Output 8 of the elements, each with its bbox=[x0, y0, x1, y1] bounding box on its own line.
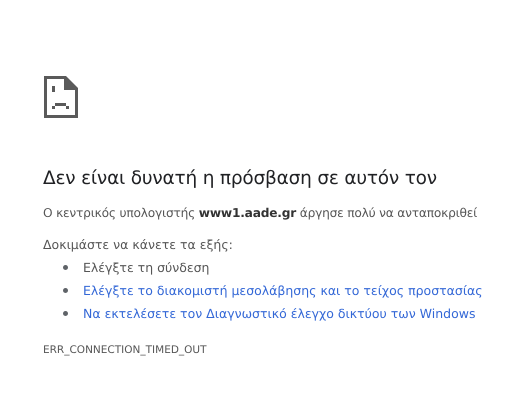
suggestion-link[interactable]: Ελέγξτε το διακομιστή μεσολάβησης και το τείχος προστασίας bbox=[83, 283, 483, 298]
sad-document-icon bbox=[44, 76, 78, 118]
suggestion-link[interactable]: Να εκτελέσετε τον Διαγνωστικό έλεγχο δικτύου των Windows bbox=[83, 306, 476, 321]
error-message: Ο κεντρικός υπολογιστής www1.aade.gr άργησε πολύ να ανταποκριθεί bbox=[43, 206, 478, 220]
error-code: ERR_CONNECTION_TIMED_OUT bbox=[43, 344, 207, 356]
error-heading: Δεν είναι δυνατή η πρόσβαση σε αυτόν τον bbox=[43, 168, 437, 189]
suggestions-title: Δοκιμάστε να κάνετε τα εξής: bbox=[43, 237, 233, 252]
suggestion-text: Ελέγξτε τη σύνδεση bbox=[83, 260, 210, 275]
